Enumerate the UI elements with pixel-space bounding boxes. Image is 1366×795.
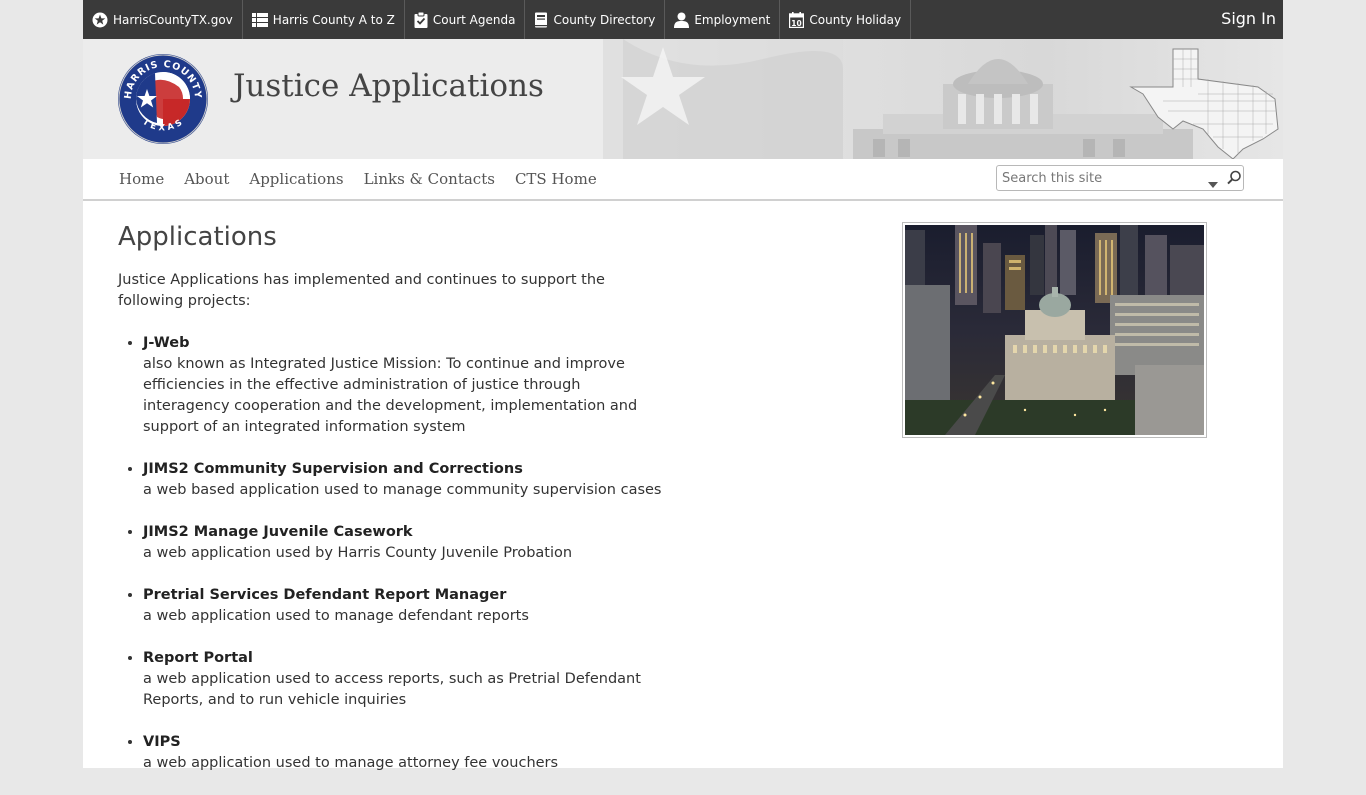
seal-logo-icon: HARRIS COUNTY TEXAS — [118, 54, 208, 144]
nav-home[interactable]: Home — [119, 170, 164, 188]
search-scope-dropdown-icon[interactable] — [1208, 174, 1218, 193]
skyline-image — [905, 225, 1204, 435]
search-input[interactable] — [1002, 169, 1197, 187]
project-description: a web application used to manage defenda… — [143, 608, 529, 624]
project-name: JIMS2 Community Supervision and Correcti… — [143, 461, 523, 477]
project-description: a web based application used to manage c… — [143, 482, 662, 498]
project-name: J-Web — [143, 335, 190, 351]
county-directory-label: County Directory — [553, 12, 656, 27]
houston-night-skyline-photo — [902, 222, 1207, 438]
project-name: Report Portal — [143, 650, 253, 666]
book-icon — [534, 12, 548, 28]
list-item: JIMS2 Community Supervision and Correcti… — [143, 459, 663, 501]
harriscountytx-link[interactable]: HarrisCountyTX.gov — [83, 0, 243, 39]
main-navigation: Home About Applications Links & Contacts… — [83, 159, 1283, 201]
harris-county-seal[interactable]: HARRIS COUNTY TEXAS — [117, 53, 209, 145]
page-title: Applications — [118, 222, 277, 252]
list-icon — [251, 12, 268, 28]
top-utility-bar: HarrisCountyTX.gov Harris County A to Z … — [83, 0, 1283, 39]
county-directory-link[interactable]: County Directory — [525, 0, 666, 39]
a-to-z-link[interactable]: Harris County A to Z — [243, 0, 405, 39]
top-links: HarrisCountyTX.gov Harris County A to Z … — [83, 0, 1283, 39]
intro-text: Justice Applications has implemented and… — [118, 272, 605, 309]
nav-links-contacts[interactable]: Links & Contacts — [364, 170, 495, 188]
employment-link[interactable]: Employment — [665, 0, 781, 39]
page-container: HarrisCountyTX.gov Harris County A to Z … — [83, 0, 1283, 771]
clipboard-check-icon — [414, 11, 428, 28]
court-agenda-label: Court Agenda — [432, 12, 516, 27]
harriscountytx-label: HarrisCountyTX.gov — [113, 12, 233, 27]
nav-about[interactable]: About — [184, 170, 229, 188]
project-description: also known as Integrated Justice Mission… — [143, 356, 638, 435]
court-agenda-link[interactable]: Court Agenda — [405, 0, 526, 39]
list-item: Report Portal a web application used to … — [143, 648, 663, 711]
site-banner: HARRIS COUNTY TEXAS Justice Applications — [83, 39, 1283, 159]
county-holiday-link[interactable]: 10 County Holiday — [780, 0, 912, 39]
project-name: VIPS — [143, 734, 181, 750]
sign-in-link[interactable]: Sign In — [1221, 9, 1276, 28]
county-holiday-label: County Holiday — [809, 12, 902, 27]
site-search-box — [996, 165, 1244, 191]
search-icon[interactable] — [1227, 170, 1242, 189]
main-content: Applications Justice Applications has im… — [118, 220, 663, 795]
calendar-icon: 10 — [789, 11, 805, 28]
list-item: JIMS2 Manage Juvenile Casework a web app… — [143, 522, 663, 564]
list-item: J-Web also known as Integrated Justice M… — [143, 333, 663, 438]
project-name: JIMS2 Manage Juvenile Casework — [143, 524, 413, 540]
site-title[interactable]: Justice Applications — [233, 68, 544, 104]
svg-text:10: 10 — [792, 18, 802, 27]
project-name: Pretrial Services Defendant Report Manag… — [143, 587, 507, 603]
project-description: a web application used by Harris County … — [143, 545, 573, 561]
project-description: a web application used to manage attorne… — [143, 755, 559, 771]
projects-list: J-Web also known as Integrated Justice M… — [118, 333, 663, 774]
star-circle-icon — [92, 12, 108, 28]
nav-cts-home[interactable]: CTS Home — [515, 170, 597, 188]
list-item: Pretrial Services Defendant Report Manag… — [143, 585, 663, 627]
a-to-z-label: Harris County A to Z — [272, 12, 395, 27]
person-icon — [674, 12, 690, 28]
nav-applications[interactable]: Applications — [249, 170, 343, 188]
project-description: a web application used to access reports… — [143, 671, 641, 708]
employment-label: Employment — [694, 12, 771, 27]
